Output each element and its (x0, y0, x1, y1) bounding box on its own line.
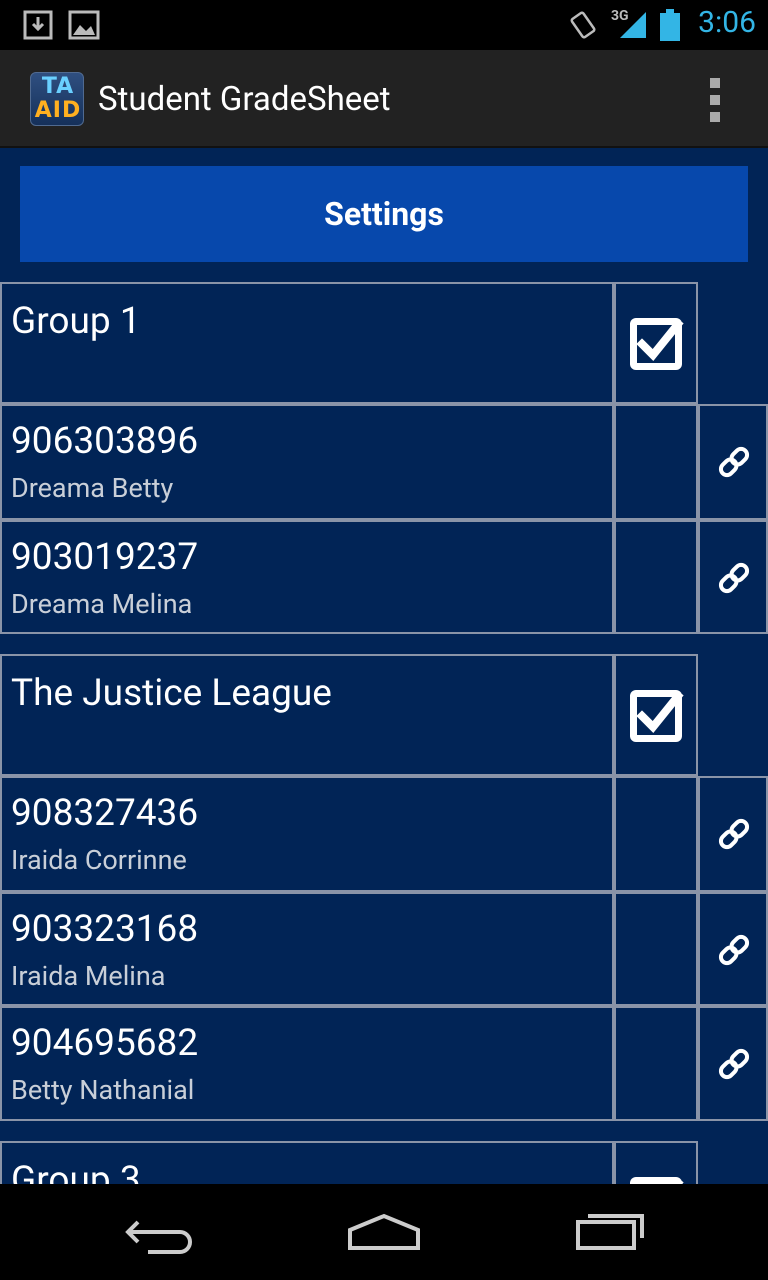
navigation-bar (0, 1184, 768, 1280)
group-checkbox[interactable] (614, 654, 698, 776)
logo-line-2: AID (34, 98, 82, 123)
student-id: 903323168 (11, 908, 199, 951)
student-select-cell[interactable] (614, 776, 698, 892)
vibrate-icon (570, 11, 596, 39)
student-row[interactable]: 904695682 Betty Nathanial (0, 1006, 614, 1121)
student-name: Iraida Melina (11, 960, 166, 992)
student-name: Iraida Corrinne (11, 844, 187, 876)
student-link-button[interactable] (698, 776, 768, 892)
clock: 3:06 (698, 5, 756, 40)
group-name: Group 1 (11, 300, 141, 343)
student-list[interactable]: Group 1 906303896 Dreama Betty 903019237… (0, 282, 768, 1184)
link-icon (718, 934, 750, 966)
student-row[interactable]: 903323168 Iraida Melina (0, 892, 614, 1006)
student-id: 908327436 (11, 792, 199, 835)
logo-line-1: TA (41, 74, 75, 99)
checkbox-checked-icon (630, 318, 684, 370)
image-icon (68, 10, 100, 40)
student-select-cell[interactable] (614, 1006, 698, 1121)
student-link-button[interactable] (698, 520, 768, 634)
student-link-button[interactable] (698, 892, 768, 1006)
student-select-cell[interactable] (614, 892, 698, 1006)
checkbox-checked-icon (630, 1177, 684, 1184)
group-header[interactable]: The Justice League (0, 654, 614, 776)
student-link-button[interactable] (698, 404, 768, 520)
group-checkbox[interactable] (614, 282, 698, 404)
student-id: 903019237 (11, 536, 199, 579)
student-name: Betty Nathanial (11, 1074, 195, 1106)
action-bar: TA AID Student GradeSheet (0, 50, 768, 148)
home-icon[interactable] (344, 1208, 424, 1256)
link-icon (718, 818, 750, 850)
student-name: Dreama Melina (11, 588, 193, 620)
group-name: The Justice League (11, 672, 332, 715)
student-id: 904695682 (11, 1022, 199, 1065)
app-title: Student GradeSheet (98, 80, 391, 119)
recent-apps-icon[interactable] (570, 1208, 650, 1256)
group-name: Group 3 (11, 1159, 141, 1184)
group-header[interactable]: Group 3 (0, 1141, 614, 1184)
group-header[interactable]: Group 1 (0, 282, 614, 404)
student-select-cell[interactable] (614, 520, 698, 634)
student-row[interactable]: 906303896 Dreama Betty (0, 404, 614, 520)
link-icon (718, 562, 750, 594)
settings-button[interactable]: Settings (20, 166, 748, 262)
student-link-button[interactable] (698, 1006, 768, 1121)
app-logo[interactable]: TA AID (30, 72, 84, 126)
battery-icon (660, 9, 680, 41)
student-name: Dreama Betty (11, 472, 174, 504)
student-row[interactable]: 903019237 Dreama Melina (0, 520, 614, 634)
download-icon (23, 10, 53, 40)
status-bar: 3G 3:06 (0, 0, 768, 50)
group-checkbox[interactable] (614, 1141, 698, 1184)
checkbox-checked-icon (630, 690, 684, 742)
back-icon[interactable] (120, 1208, 200, 1256)
student-id: 906303896 (11, 420, 199, 463)
student-select-cell[interactable] (614, 404, 698, 520)
student-row[interactable]: 908327436 Iraida Corrinne (0, 776, 614, 892)
link-icon (718, 446, 750, 478)
overflow-menu-icon[interactable] (708, 78, 722, 122)
signal-icon (620, 12, 646, 38)
link-icon (718, 1048, 750, 1080)
